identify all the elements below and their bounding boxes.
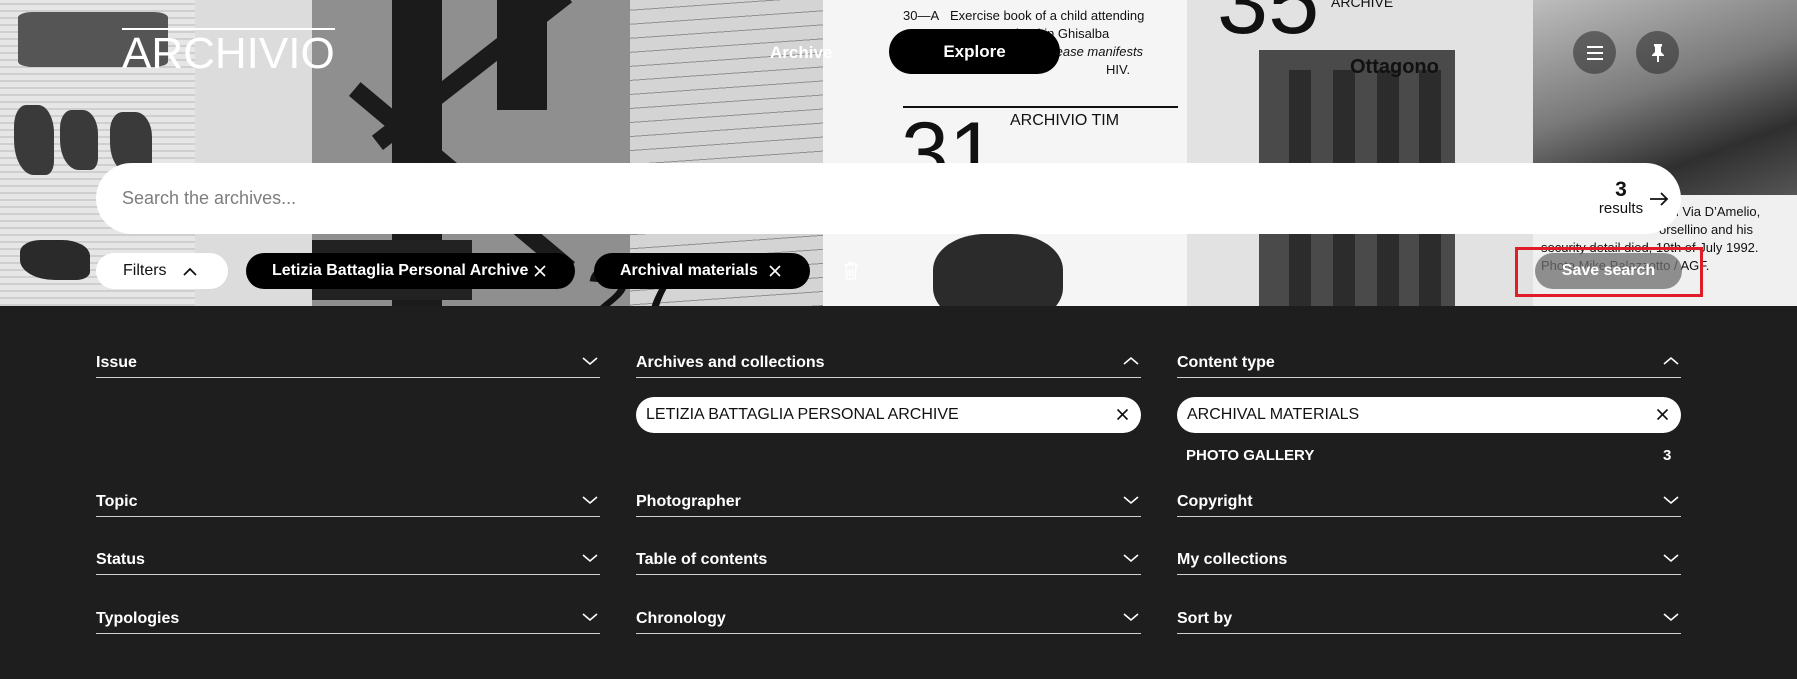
selected-content-label: ARCHIVAL MATERIALS [1187, 406, 1360, 423]
caption-line: Exercise book of a child attending [949, 8, 1145, 23]
caption-line: HIV. [1106, 62, 1131, 77]
chevron-down-icon [1123, 613, 1139, 622]
selected-content-chip[interactable]: ARCHIVAL MATERIALS [1177, 397, 1681, 433]
chevron-down-icon [1663, 496, 1679, 505]
filter-table-of-contents[interactable]: Table of contents [636, 531, 1141, 575]
content-option-photo-gallery[interactable]: PHOTO GALLERY [1186, 447, 1314, 464]
selected-archive-label: LETIZIA BATTAGLIA PERSONAL ARCHIVE [646, 406, 959, 423]
filter-typologies[interactable]: Typologies [96, 590, 600, 634]
book-title: Ottagono [1350, 56, 1439, 78]
filters-label: Filters [123, 262, 167, 279]
close-icon[interactable] [768, 264, 782, 278]
active-filter-chip[interactable]: Letizia Battaglia Personal Archive [246, 253, 575, 289]
pin-button[interactable] [1636, 31, 1679, 74]
filter-label: Typologies [96, 610, 180, 627]
filter-content-type[interactable]: Content type [1177, 334, 1681, 378]
filter-label: Table of contents [636, 551, 768, 568]
selected-archive-chip[interactable]: LETIZIA BATTAGLIA PERSONAL ARCHIVE [636, 397, 1141, 433]
chevron-down-icon [1123, 496, 1139, 505]
nav-explore-button[interactable]: Explore [889, 29, 1060, 74]
arrow-right-icon[interactable] [1647, 187, 1671, 211]
caption-number: 30—A [903, 8, 940, 23]
filter-label: Topic [96, 493, 138, 510]
results-number: 3 [1615, 178, 1627, 201]
chevron-down-icon [582, 496, 598, 505]
active-filter-label: Letizia Battaglia Personal Archive [272, 262, 529, 279]
filters-toggle-button[interactable]: Filters [96, 253, 228, 289]
photo-caption-line: orsellino and his [1659, 222, 1753, 237]
chevron-down-icon [582, 554, 598, 563]
results-label: results [1598, 200, 1644, 218]
close-icon[interactable] [1656, 408, 1669, 421]
filter-issue[interactable]: Issue [96, 334, 600, 378]
top-number: 35 [1217, 0, 1320, 53]
menu-button[interactable] [1573, 31, 1616, 74]
search-bar: 3 results [96, 163, 1681, 234]
filter-photographer[interactable]: Photographer [636, 473, 1141, 517]
chevron-down-icon [1663, 613, 1679, 622]
close-icon[interactable] [533, 264, 547, 278]
pin-icon [1651, 43, 1664, 62]
issue-title: ARCHIVIO TIM [1010, 112, 1120, 129]
filter-label: Copyright [1177, 493, 1253, 510]
filter-chronology[interactable]: Chronology [636, 590, 1141, 634]
nav-archive-link[interactable]: Archive [770, 43, 832, 63]
filter-my-collections[interactable]: My collections [1177, 531, 1681, 575]
filter-copyright[interactable]: Copyright [1177, 473, 1681, 517]
chevron-down-icon [1663, 554, 1679, 563]
chevron-up-icon [1123, 356, 1139, 365]
filter-label: Archives and collections [636, 354, 825, 371]
highlight-box [1515, 247, 1703, 297]
filter-topic[interactable]: Topic [96, 473, 600, 517]
filter-label: Issue [96, 354, 137, 371]
content-option-count: 3 [1663, 447, 1672, 464]
chevron-up-icon [1663, 356, 1679, 365]
book-image: 35 ARCHIVE Ottagono [1187, 0, 1533, 306]
trash-icon[interactable] [842, 261, 860, 281]
filter-label: Content type [1177, 354, 1275, 371]
active-filter-chip[interactable]: Archival materials [594, 253, 810, 289]
filter-archives-collections[interactable]: Archives and collections [636, 334, 1141, 378]
search-input[interactable] [122, 163, 1422, 234]
chevron-down-icon [582, 613, 598, 622]
chevron-up-icon [183, 267, 197, 276]
chevron-down-icon [582, 357, 598, 366]
filter-label: My collections [1177, 551, 1288, 568]
filter-label: Chronology [636, 610, 726, 627]
chevron-down-icon [1123, 554, 1139, 563]
active-filter-label: Archival materials [620, 262, 758, 279]
close-icon[interactable] [1116, 408, 1129, 421]
filter-sort-by[interactable]: Sort by [1177, 590, 1681, 634]
filter-label: Sort by [1177, 610, 1233, 627]
hamburger-icon [1586, 45, 1603, 60]
archivio-logo[interactable]: ARCHIVIO [122, 28, 335, 76]
filter-label: Photographer [636, 493, 741, 510]
top-label: ARCHIVE [1331, 0, 1394, 10]
results-count: 3 results [1596, 178, 1646, 218]
filter-status[interactable]: Status [96, 531, 600, 575]
filter-label: Status [96, 551, 145, 568]
